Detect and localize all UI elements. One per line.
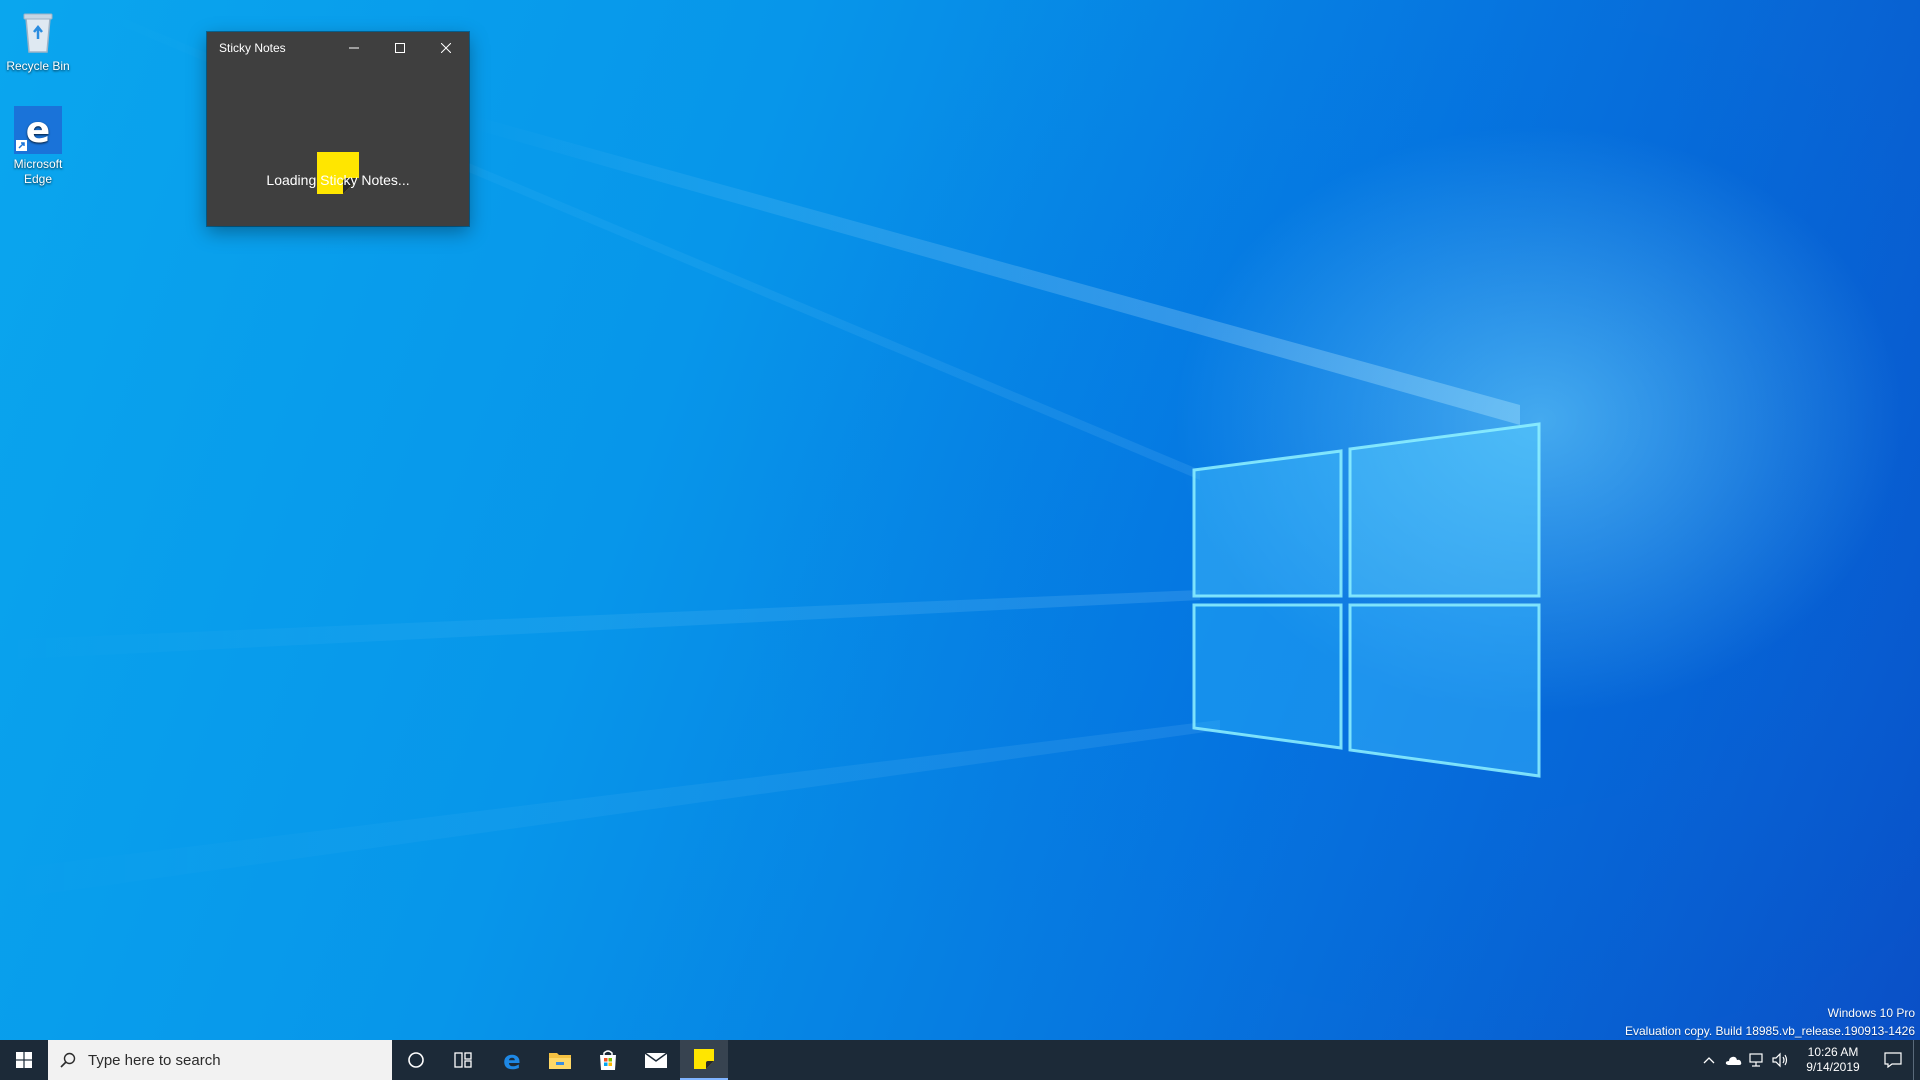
edge-icon: e (503, 1048, 521, 1072)
watermark-build: Evaluation copy. Build 18985.vb_release.… (1625, 1024, 1915, 1038)
desktop: Recycle Bin e Microsoft Edge Sticky Note… (0, 0, 1920, 1040)
desktop-icon-microsoft-edge[interactable]: e Microsoft Edge (0, 106, 76, 187)
mail-icon (644, 1052, 668, 1068)
store-icon (600, 1050, 616, 1070)
network-icon (1749, 1053, 1763, 1067)
watermark-edition: Windows 10 Pro (1827, 1006, 1915, 1020)
taskbar-edge-button[interactable]: e (488, 1040, 536, 1080)
taskbar-mail-button[interactable] (632, 1040, 680, 1080)
onedrive-button[interactable] (1721, 1040, 1745, 1080)
volume-button[interactable] (1769, 1040, 1793, 1080)
action-center-button[interactable] (1873, 1040, 1913, 1080)
close-button[interactable] (423, 32, 469, 64)
maximize-button[interactable] (377, 32, 423, 64)
taskbar-store-button[interactable] (584, 1040, 632, 1080)
task-view-icon (454, 1052, 472, 1068)
cloud-icon (1725, 1056, 1742, 1065)
notification-icon (1884, 1052, 1902, 1068)
window-title: Sticky Notes (219, 41, 286, 55)
taskbar-search-box[interactable]: Type here to search (48, 1040, 392, 1080)
taskbar-clock[interactable]: 10:26 AM 9/14/2019 (1793, 1045, 1873, 1075)
system-tray: 10:26 AM 9/14/2019 (1697, 1040, 1920, 1080)
show-desktop-button[interactable] (1913, 1040, 1920, 1080)
cortana-icon (408, 1052, 424, 1068)
maximize-icon (395, 43, 405, 53)
svg-text:e: e (26, 110, 50, 151)
close-icon (441, 43, 451, 53)
taskbar-file-explorer-button[interactable] (536, 1040, 584, 1080)
taskbar: Type here to search e 10:26 AM 9/14/2019 (0, 1040, 1920, 1080)
edge-icon: e (14, 106, 62, 154)
file-explorer-icon (549, 1053, 571, 1069)
windows-logo-icon (1192, 422, 1541, 778)
taskbar-sticky-notes-button[interactable] (680, 1040, 728, 1080)
clock-date: 9/14/2019 (1806, 1060, 1860, 1074)
clock-time: 10:26 AM (1807, 1045, 1859, 1059)
sticky-notes-icon (694, 1049, 714, 1069)
chevron-up-icon (1703, 1057, 1715, 1064)
task-view-button[interactable] (440, 1040, 488, 1080)
cortana-button[interactable] (392, 1040, 440, 1080)
loading-message: Loading Sticky Notes... (266, 172, 410, 188)
svg-text:e: e (503, 1048, 521, 1072)
window-content (207, 64, 469, 226)
window-titlebar[interactable]: Sticky Notes (207, 32, 469, 64)
sticky-notes-window[interactable]: Sticky Notes Loading Sticky Notes... (207, 32, 469, 226)
desktop-icon-recycle-bin[interactable]: Recycle Bin (0, 8, 76, 74)
minimize-icon (349, 47, 359, 49)
desktop-icon-label: Microsoft Edge (13, 157, 63, 186)
speaker-icon (1772, 1052, 1788, 1068)
windows-start-icon (16, 1052, 32, 1068)
show-hidden-icons-button[interactable] (1697, 1040, 1721, 1080)
search-icon (48, 1052, 88, 1068)
start-button[interactable] (0, 1040, 48, 1080)
search-placeholder: Type here to search (88, 1051, 221, 1069)
network-button[interactable] (1745, 1040, 1769, 1080)
recycle-bin-icon (14, 8, 62, 56)
desktop-icon-label: Recycle Bin (6, 59, 70, 73)
minimize-button[interactable] (331, 32, 377, 64)
